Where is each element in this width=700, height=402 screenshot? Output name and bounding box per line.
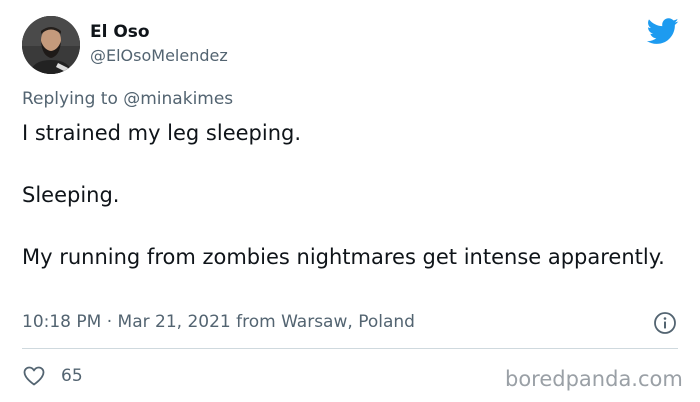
reply-mention-link[interactable]: @minakimes [123,89,233,109]
like-count: 65 [61,366,83,386]
tweet-timestamp[interactable]: 10:18 PM · Mar 21, 2021 from Warsaw, Pol… [22,311,415,333]
twitter-bird-icon[interactable] [647,18,679,45]
watermark: boredpanda.com [505,367,683,391]
reply-prefix: Replying to [22,89,118,109]
info-icon[interactable] [653,311,677,335]
tweet-line: My running from zombies nightmares get i… [22,245,665,269]
display-name[interactable]: El Oso [90,21,150,43]
tweet-card: El Oso @ElOsoMelendez Replying to @minak… [0,0,700,402]
avatar[interactable] [22,16,80,74]
heart-icon[interactable] [22,364,46,388]
user-handle[interactable]: @ElOsoMelendez [90,46,228,66]
tweet-line: Sleeping. [22,183,120,207]
tweet-line: I strained my leg sleeping. [22,121,302,145]
user-avatar-icon [22,16,80,74]
divider [22,348,678,349]
tweet-text: I strained my leg sleeping. Sleeping. My… [22,118,672,273]
reply-context: Replying to @minakimes [22,88,233,110]
